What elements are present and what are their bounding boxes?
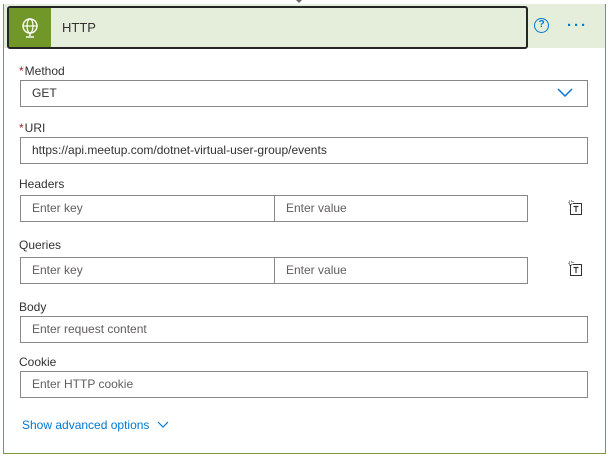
card-header[interactable]: HTTP ? ··· (3, 4, 606, 49)
queries-value-input[interactable]: Enter value (274, 257, 528, 284)
body-input[interactable]: Enter request content (20, 316, 588, 343)
action-icon-tile (9, 8, 51, 47)
title-box[interactable]: HTTP (7, 6, 528, 49)
globe-icon (22, 17, 38, 38)
advanced-label: Show advanced options (22, 418, 150, 432)
uri-label: *URI (19, 121, 46, 135)
chevron-down-icon (158, 421, 169, 428)
switch-to-text-mode-icon[interactable] (568, 261, 584, 277)
more-options-icon[interactable]: ··· (567, 17, 588, 34)
headers-key-input[interactable]: Enter key (20, 195, 275, 222)
switch-to-text-mode-icon[interactable] (568, 200, 584, 216)
required-mark: * (19, 64, 24, 78)
chevron-down-icon (557, 88, 573, 98)
uri-input[interactable]: https://api.meetup.com/dotnet-virtual-us… (20, 137, 588, 164)
body-label: Body (19, 300, 47, 314)
connector-arrow (296, 0, 302, 3)
queries-key-input[interactable]: Enter key (20, 257, 275, 284)
method-dropdown[interactable]: GET (20, 80, 588, 107)
action-title: HTTP (62, 20, 96, 35)
show-advanced-options-link[interactable]: Show advanced options (22, 418, 169, 432)
method-label: *Method (19, 64, 65, 78)
cookie-label: Cookie (19, 355, 57, 369)
cookie-input[interactable]: Enter HTTP cookie (20, 371, 588, 398)
method-value: GET (32, 86, 57, 100)
required-mark: * (19, 121, 24, 135)
queries-label: Queries (19, 238, 62, 252)
headers-label: Headers (19, 177, 65, 191)
help-icon[interactable]: ? (534, 18, 549, 33)
headers-value-input[interactable]: Enter value (274, 195, 528, 222)
